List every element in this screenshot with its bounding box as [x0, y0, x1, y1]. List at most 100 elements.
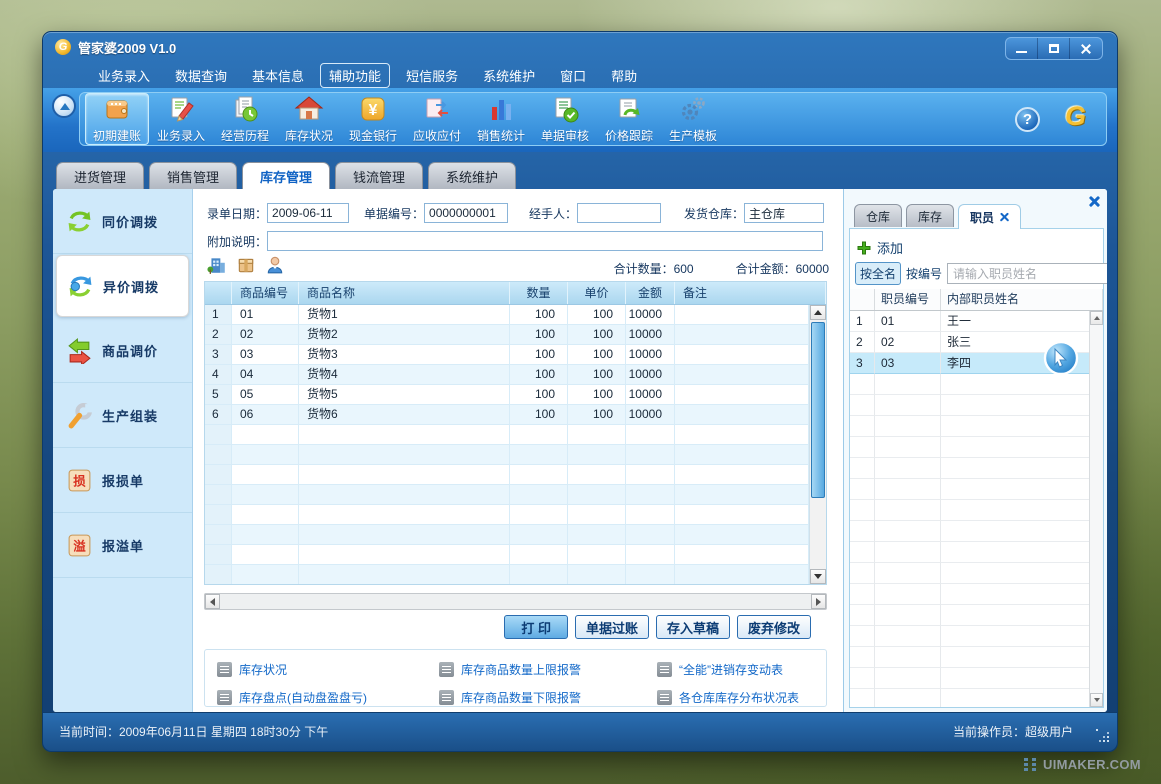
- maximize-button[interactable]: [1038, 38, 1070, 59]
- link-allround-change-report[interactable]: “全能”进销存变动表: [657, 658, 826, 680]
- table-row[interactable]: [205, 545, 809, 565]
- sidebar-item-production-assembly[interactable]: 生产组装: [53, 383, 192, 448]
- toolbar-item-initial-setup[interactable]: 初期建账: [85, 93, 149, 145]
- sidebar-item-loss-report[interactable]: 损 报损单: [53, 448, 192, 513]
- building-icon[interactable]: [207, 255, 227, 275]
- toolbar-item-price-tracking[interactable]: 价格跟踪: [597, 93, 661, 145]
- header-qty[interactable]: 数量: [510, 282, 568, 304]
- handler-input[interactable]: [577, 203, 661, 223]
- link-lower-limit-alarm[interactable]: 库存商品数量下限报警: [439, 686, 657, 708]
- staff-search-input[interactable]: [947, 263, 1107, 284]
- help-button[interactable]: ?: [1015, 107, 1040, 132]
- table-row[interactable]: 6 06 货物6 100 100 10000: [205, 405, 809, 425]
- vertical-scrollbar[interactable]: [809, 305, 826, 584]
- toolbar-item-receivable-payable[interactable]: 应收应付: [405, 93, 469, 145]
- header-staff-name[interactable]: 内部职员姓名: [941, 289, 1103, 310]
- staff-row[interactable]: [850, 668, 1103, 689]
- staff-row[interactable]: 1 01 王一: [850, 311, 1103, 332]
- sidebar-item-same-price-transfer[interactable]: 同价调拨: [53, 189, 192, 254]
- print-button[interactable]: 打 印: [504, 615, 568, 639]
- tab-staff[interactable]: 职员: [958, 204, 1021, 229]
- staff-row[interactable]: [850, 584, 1103, 605]
- filter-by-fullname-button[interactable]: 按全名: [855, 262, 901, 285]
- header-amount[interactable]: 金额: [626, 282, 675, 304]
- staff-row[interactable]: [850, 689, 1103, 707]
- staff-row[interactable]: [850, 563, 1103, 584]
- tab-cashflow-management[interactable]: 钱流管理: [335, 162, 423, 189]
- toolbar-item-document-review[interactable]: 单据审核: [533, 93, 597, 145]
- menu-item-system-maintenance[interactable]: 系统维护: [474, 63, 544, 88]
- resize-grip[interactable]: [1096, 729, 1110, 743]
- staff-row[interactable]: [850, 374, 1103, 395]
- staff-row[interactable]: [850, 542, 1103, 563]
- person-icon[interactable]: [265, 255, 285, 275]
- toolbar-item-cash-bank[interactable]: ¥ 现金银行: [341, 93, 405, 145]
- toolbar-item-business-entry[interactable]: 业务录入: [149, 93, 213, 145]
- menu-item-aux-functions[interactable]: 辅助功能: [320, 63, 390, 88]
- staff-row[interactable]: [850, 395, 1103, 416]
- header-note[interactable]: 备注: [675, 282, 826, 304]
- scroll-down-button[interactable]: [1090, 693, 1103, 707]
- staff-row[interactable]: [850, 479, 1103, 500]
- tab-warehouse[interactable]: 仓库: [854, 204, 902, 227]
- scrollbar-thumb[interactable]: [811, 322, 825, 498]
- staff-row[interactable]: [850, 416, 1103, 437]
- table-row[interactable]: [205, 505, 809, 525]
- warehouse-input[interactable]: [744, 203, 824, 223]
- menu-item-business-entry[interactable]: 业务录入: [89, 63, 159, 88]
- staff-row[interactable]: [850, 500, 1103, 521]
- staff-scrollbar[interactable]: [1089, 311, 1103, 707]
- tab-close-icon[interactable]: [1000, 213, 1009, 222]
- save-draft-button[interactable]: 存入草稿: [656, 615, 730, 639]
- sidebar-item-diff-price-transfer[interactable]: 异价调拨: [56, 255, 189, 317]
- table-row[interactable]: [205, 565, 809, 584]
- toolbar-item-inventory-status[interactable]: 库存状况: [277, 93, 341, 145]
- menu-item-data-query[interactable]: 数据查询: [166, 63, 236, 88]
- tab-inventory-management[interactable]: 库存管理: [242, 162, 330, 189]
- table-row[interactable]: [205, 465, 809, 485]
- package-icon[interactable]: [236, 255, 256, 275]
- header-price[interactable]: 单价: [568, 282, 626, 304]
- header-code[interactable]: 商品编号: [232, 282, 299, 304]
- horizontal-scrollbar[interactable]: [204, 593, 827, 610]
- table-row[interactable]: [205, 525, 809, 545]
- toolbar-item-business-history[interactable]: 经营历程: [213, 93, 277, 145]
- table-row[interactable]: 1 01 货物1 100 100 10000: [205, 305, 809, 325]
- link-inventory-status[interactable]: 库存状况: [217, 658, 439, 680]
- note-input[interactable]: [267, 231, 823, 251]
- scroll-up-button[interactable]: [810, 305, 826, 320]
- post-document-button[interactable]: 单据过账: [575, 615, 649, 639]
- tab-inventory[interactable]: 库存: [906, 204, 954, 227]
- filter-by-code-button[interactable]: 按编号: [906, 265, 942, 282]
- menu-item-basic-info[interactable]: 基本信息: [243, 63, 313, 88]
- close-button[interactable]: [1070, 38, 1102, 59]
- doc-number-input[interactable]: [424, 203, 508, 223]
- table-row[interactable]: 3 03 货物3 100 100 10000: [205, 345, 809, 365]
- staff-row[interactable]: [850, 626, 1103, 647]
- header-staff-code[interactable]: 职员编号: [875, 289, 941, 310]
- scroll-up-button[interactable]: [1090, 311, 1103, 325]
- tab-sales-management[interactable]: 销售管理: [149, 162, 237, 189]
- toolbar-item-production-template[interactable]: 生产模板: [661, 93, 725, 145]
- table-row[interactable]: [205, 425, 809, 445]
- minimize-button[interactable]: [1006, 38, 1038, 59]
- table-row[interactable]: 5 05 货物5 100 100 10000: [205, 385, 809, 405]
- staff-row[interactable]: [850, 458, 1103, 479]
- table-row[interactable]: 2 02 货物2 100 100 10000: [205, 325, 809, 345]
- link-upper-limit-alarm[interactable]: 库存商品数量上限报警: [439, 658, 657, 680]
- menu-item-help[interactable]: 帮助: [602, 63, 646, 88]
- toolbar-item-sales-statistics[interactable]: 销售统计: [469, 93, 533, 145]
- add-row[interactable]: 添加: [857, 238, 903, 257]
- menu-item-window[interactable]: 窗口: [551, 63, 595, 88]
- date-input[interactable]: [267, 203, 349, 223]
- collapse-toolbar-button[interactable]: [52, 94, 76, 118]
- scroll-left-button[interactable]: [205, 594, 220, 609]
- discard-changes-button[interactable]: 废弃修改: [737, 615, 811, 639]
- table-row[interactable]: 4 04 货物4 100 100 10000: [205, 365, 809, 385]
- link-warehouse-distribution-report[interactable]: 各仓库库存分布状况表: [657, 686, 826, 708]
- sidebar-item-overflow-report[interactable]: 溢 报溢单: [53, 513, 192, 578]
- scroll-right-button[interactable]: [811, 594, 826, 609]
- sidebar-item-price-adjustment[interactable]: 商品调价: [53, 318, 192, 383]
- header-name[interactable]: 商品名称: [299, 282, 510, 304]
- table-row[interactable]: [205, 445, 809, 465]
